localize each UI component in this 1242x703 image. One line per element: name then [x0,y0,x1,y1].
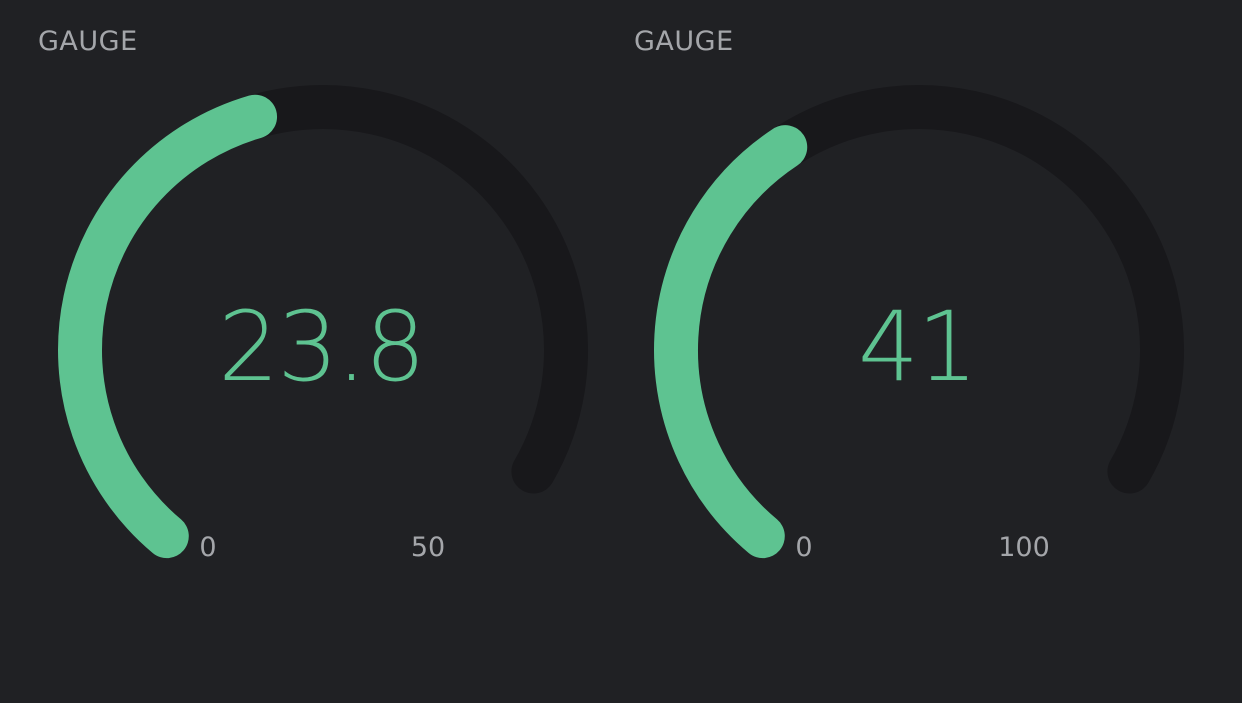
gauge-fill [654,125,808,559]
gauge-dial: 23.8 0 50 [58,85,588,563]
gauge-min-label: 0 [795,532,812,563]
gauge-max-label: 100 [998,532,1050,563]
gauge-widget[interactable]: GAUGE 41 0 100 [596,0,1192,600]
gauge-dial: 41 0 100 [654,85,1184,563]
gauge-widget[interactable]: GAUGE 23.8 0 50 [0,0,596,600]
gauge-min-label: 0 [199,532,216,563]
gauge-value: 41 [858,291,976,403]
gauge-value: 23.8 [218,291,424,403]
gauge-max-label: 50 [411,532,445,563]
